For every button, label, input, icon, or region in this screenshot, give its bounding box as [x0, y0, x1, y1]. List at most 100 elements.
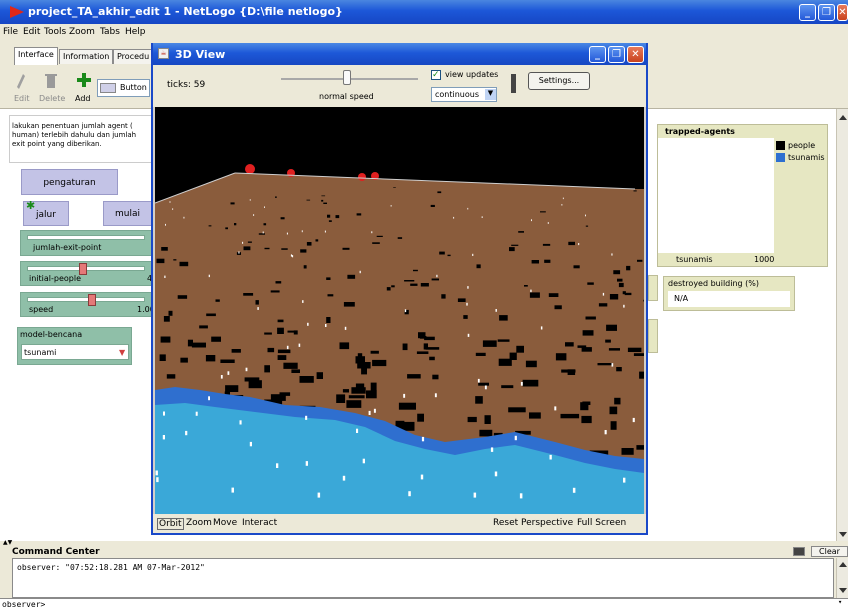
menu-tools[interactable]: Tools: [44, 27, 66, 37]
jalur-button[interactable]: ✱ jalur: [23, 199, 69, 226]
building-block: [476, 264, 481, 269]
popout-icon[interactable]: [793, 547, 805, 556]
pengaturan-button[interactable]: pengaturan: [21, 169, 118, 195]
menu-zoom[interactable]: Zoom: [69, 27, 95, 37]
human-agent: [257, 307, 259, 310]
building-block: [610, 421, 617, 430]
building-block: [347, 274, 356, 279]
prompt-dropdown-icon[interactable]: ▾: [838, 598, 842, 606]
widget-type-select[interactable]: Button: [97, 79, 150, 97]
human-agent: [632, 417, 635, 423]
building-block: [429, 356, 435, 361]
edit-tool-label[interactable]: Edit: [14, 94, 30, 103]
update-mode-select[interactable]: continuous ▼: [431, 87, 497, 102]
output-scrollbar[interactable]: [836, 558, 848, 598]
tab-procedures[interactable]: Procedu: [113, 49, 153, 64]
building-block: [247, 241, 252, 243]
scroll-up-icon[interactable]: [839, 562, 847, 567]
building-block: [573, 265, 580, 269]
close-button[interactable]: ✕: [837, 4, 848, 21]
scroll-up-icon[interactable]: [839, 115, 847, 120]
view3d-window[interactable]: ☕ 3D View _ ❐ ✕ ticks: 59 normal speed ✓…: [151, 43, 648, 535]
window-title-bar[interactable]: project_TA_akhir_edit 1 - NetLogo {D:\fi…: [0, 0, 848, 24]
building-block: [180, 357, 188, 363]
building-block: [439, 251, 445, 255]
human-agent: [298, 343, 301, 347]
trapped-agents-plot[interactable]: trapped-agents people tsunamis tsunamis …: [657, 124, 828, 267]
orbit-mode-button[interactable]: Orbit: [157, 518, 184, 530]
splitter-arrows-icon[interactable]: ▲▼: [3, 539, 12, 546]
human-agent: [162, 435, 165, 440]
building-block: [346, 400, 362, 408]
menu-tabs[interactable]: Tabs: [100, 27, 120, 37]
maximize-button[interactable]: ❐: [818, 4, 835, 21]
human-agent: [390, 205, 392, 207]
building-block: [328, 220, 332, 222]
full-screen-button[interactable]: Full Screen: [577, 518, 626, 528]
view3d-canvas[interactable]: [155, 107, 644, 514]
interface-vertical-scrollbar[interactable]: [836, 109, 848, 541]
building-block: [582, 330, 594, 336]
building-block: [542, 243, 551, 246]
building-block: [577, 345, 587, 348]
mulai-button[interactable]: mulai: [103, 201, 152, 226]
menu-edit[interactable]: Edit: [23, 27, 40, 37]
building-block: [335, 215, 340, 219]
view3d-minimize-button[interactable]: _: [589, 46, 606, 63]
zoom-mode-button[interactable]: Zoom: [186, 518, 212, 528]
clear-button[interactable]: Clear: [811, 546, 848, 557]
building-block: [402, 343, 408, 351]
building-block: [555, 353, 567, 361]
menu-help[interactable]: Help: [125, 27, 146, 37]
settings-button[interactable]: Settings...: [528, 72, 590, 90]
initial-people-slider[interactable]: initial-people 4: [20, 261, 152, 286]
building-block: [636, 445, 644, 450]
slider-knob[interactable]: [88, 294, 96, 306]
interact-mode-button[interactable]: Interact: [242, 518, 277, 528]
command-input[interactable]: observer> ▾: [0, 598, 848, 609]
building-block: [509, 247, 515, 252]
world-3d-render[interactable]: [155, 107, 644, 514]
minimize-button[interactable]: _: [799, 4, 816, 21]
building-block: [206, 313, 216, 317]
dropdown-arrow-icon: ▼: [119, 348, 126, 357]
jumlah-exit-point-slider[interactable]: jumlah-exit-point: [20, 230, 152, 256]
human-agent: [602, 292, 605, 296]
building-block: [386, 287, 391, 291]
building-block: [417, 413, 424, 422]
menu-file[interactable]: File: [3, 27, 18, 37]
human-agent: [239, 420, 242, 425]
building-block: [624, 292, 632, 296]
building-block: [191, 342, 206, 348]
building-block: [618, 282, 624, 288]
building-block: [431, 278, 439, 281]
delete-tool-label[interactable]: Delete: [39, 94, 65, 103]
building-block: [499, 315, 508, 321]
chooser-select[interactable]: tsunami ▼: [21, 344, 129, 360]
view3d-maximize-button[interactable]: ❐: [608, 46, 625, 63]
view-updates-checkbox[interactable]: ✓: [431, 70, 441, 80]
human-agent: [185, 430, 188, 436]
scroll-down-icon[interactable]: [839, 588, 847, 593]
building-block: [626, 265, 631, 271]
building-block: [420, 283, 429, 287]
human-agent: [165, 223, 166, 226]
output-line: observer: "07:52:18.281 AM 07-Mar-2012": [17, 563, 205, 572]
view3d-close-button[interactable]: ✕: [627, 46, 644, 63]
window-title: project_TA_akhir_edit 1 - NetLogo {D:\fi…: [28, 5, 343, 18]
human-agent: [286, 345, 289, 350]
human-agent: [292, 255, 294, 258]
reset-perspective-button[interactable]: Reset Perspective: [493, 518, 573, 528]
speed-slider[interactable]: speed 1.00: [20, 292, 155, 317]
view3d-title-bar[interactable]: ☕ 3D View _ ❐ ✕: [153, 43, 646, 65]
building-block: [616, 367, 622, 372]
dropdown-arrow-icon: ▼: [485, 89, 496, 100]
tab-interface[interactable]: Interface: [14, 47, 58, 65]
model-bencana-chooser[interactable]: model-bencana tsunami ▼: [17, 327, 132, 365]
tab-information[interactable]: Information: [59, 49, 114, 64]
scroll-down-icon[interactable]: [839, 532, 847, 537]
speed-slider-knob[interactable]: [343, 70, 351, 85]
add-tool-label[interactable]: Add: [75, 94, 91, 103]
java-app-icon: ☕: [158, 48, 169, 59]
move-mode-button[interactable]: Move: [213, 518, 237, 528]
